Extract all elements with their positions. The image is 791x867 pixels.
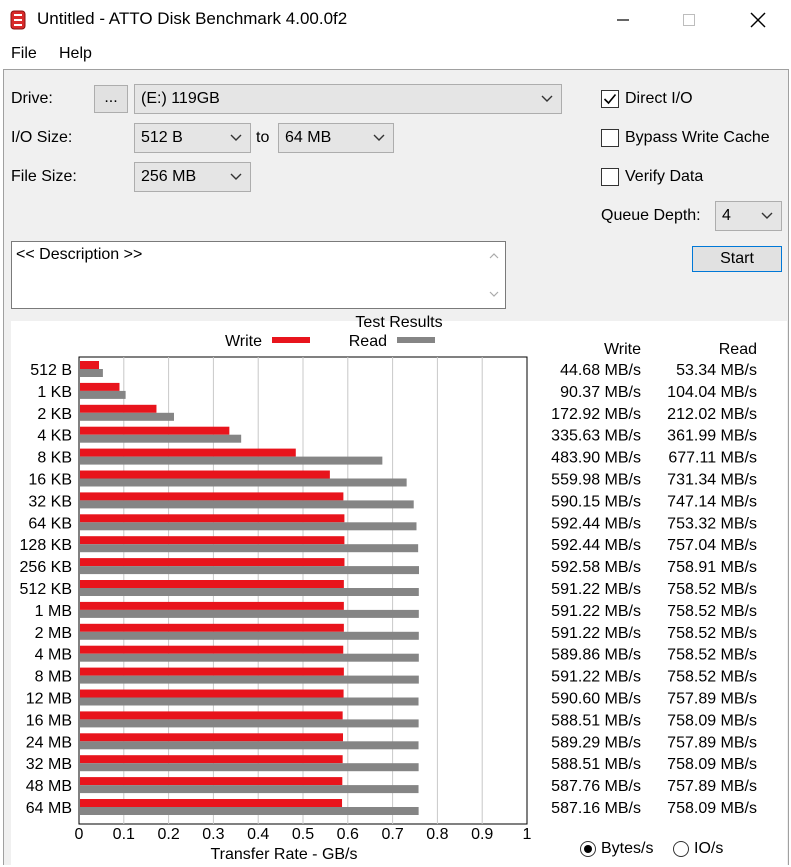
close-icon	[750, 12, 766, 28]
start-button[interactable]: Start	[692, 246, 782, 272]
direct-io-label: Direct I/O	[625, 90, 693, 107]
io-size-to-select[interactable]: 64 MB	[278, 123, 394, 153]
file-size-label: File Size:	[11, 168, 77, 185]
io-per-sec-label: IO/s	[694, 840, 724, 857]
queue-depth-select[interactable]: 4	[715, 201, 782, 231]
file-size-value: 256 MB	[141, 168, 197, 185]
verify-data-label: Verify Data	[625, 168, 704, 185]
verify-data-checkbox[interactable]	[601, 168, 619, 186]
scroll-down-icon[interactable]	[489, 290, 499, 298]
chevron-down-icon	[761, 212, 773, 219]
minimize-icon	[617, 19, 629, 21]
window-title: Untitled - ATTO Disk Benchmark 4.00.0f2	[37, 9, 348, 28]
bytes-per-sec-label: Bytes/s	[601, 840, 654, 857]
maximize-icon	[683, 14, 695, 26]
scroll-up-icon[interactable]	[489, 252, 499, 260]
io-size-from-select[interactable]: 512 B	[134, 123, 251, 153]
drive-select[interactable]: (E:) 119GB	[134, 84, 562, 114]
maximize-button[interactable]	[659, 0, 719, 40]
title-bar: Untitled - ATTO Disk Benchmark 4.00.0f2	[0, 0, 791, 40]
queue-depth-value: 4	[722, 207, 731, 224]
direct-io-checkbox[interactable]	[601, 90, 619, 108]
minimize-button[interactable]	[593, 0, 653, 40]
to-label: to	[256, 129, 270, 146]
io-size-label: I/O Size:	[11, 129, 73, 146]
description-text: << Description >>	[16, 246, 143, 263]
queue-depth-label: Queue Depth:	[601, 207, 701, 224]
chevron-down-icon	[541, 95, 553, 102]
bypass-write-cache-label: Bypass Write Cache	[625, 129, 770, 146]
chevron-down-icon	[230, 173, 242, 180]
io-from-value: 512 B	[141, 129, 183, 146]
menu-file[interactable]: File	[11, 45, 37, 63]
description-textarea[interactable]: << Description >>	[11, 241, 506, 309]
io-to-value: 64 MB	[285, 129, 332, 146]
drive-value: (E:) 119GB	[141, 90, 220, 107]
bytes-per-sec-radio[interactable]	[580, 841, 596, 857]
chevron-down-icon	[373, 134, 385, 141]
bypass-write-cache-checkbox[interactable]	[601, 129, 619, 147]
io-per-sec-radio[interactable]	[673, 841, 689, 857]
browse-button[interactable]: ...	[94, 85, 128, 113]
results-panel	[11, 321, 787, 867]
chevron-down-icon	[230, 134, 242, 141]
atto-app-icon	[10, 10, 26, 30]
radio-selected-dot	[584, 845, 592, 853]
drive-label: Drive:	[11, 90, 53, 107]
file-size-select[interactable]: 256 MB	[134, 162, 251, 192]
menu-help[interactable]: Help	[59, 45, 92, 63]
menu-bar: File Help	[0, 41, 791, 67]
close-button[interactable]	[728, 0, 788, 40]
checkmark-icon	[603, 93, 617, 105]
